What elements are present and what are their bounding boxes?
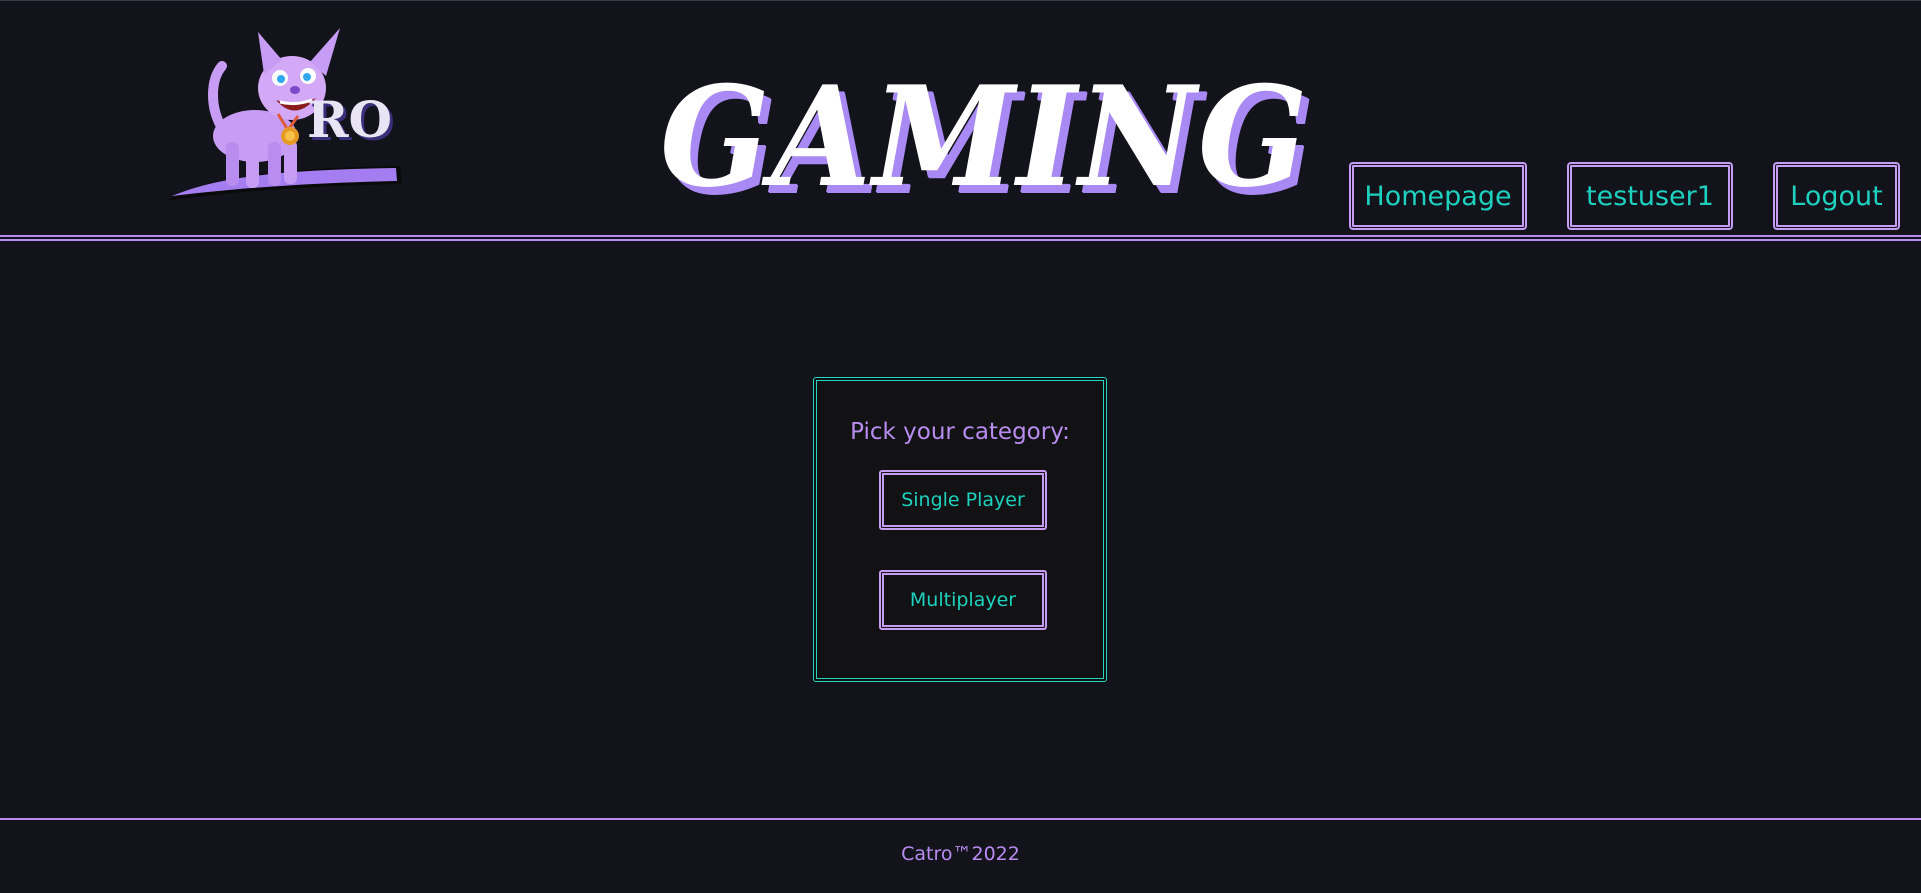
category-prompt: Pick your category: xyxy=(850,419,1070,445)
wordmark-text: GAMING xyxy=(660,55,1310,218)
category-card: Pick your category: Single Player Multip… xyxy=(813,377,1107,682)
user-profile-button[interactable]: testuser1 xyxy=(1567,162,1733,230)
page: RO RO GAMING Homepage testuser1 Logout P… xyxy=(0,0,1921,893)
logo[interactable]: RO RO xyxy=(160,18,410,208)
gaming-wordmark: GAMING xyxy=(640,62,1307,212)
logout-button[interactable]: Logout xyxy=(1773,162,1900,230)
svg-text:RO: RO xyxy=(307,90,392,149)
footer-divider xyxy=(0,818,1921,820)
header-divider xyxy=(0,235,1921,241)
homepage-button[interactable]: Homepage xyxy=(1349,162,1527,230)
cat-mascot-icon: RO RO xyxy=(166,28,402,201)
site-header: RO RO GAMING Homepage testuser1 Logout xyxy=(0,0,1921,242)
single-player-button[interactable]: Single Player xyxy=(879,470,1047,530)
footer-copyright: Catro™2022 xyxy=(901,843,1020,865)
multiplayer-button[interactable]: Multiplayer xyxy=(879,570,1047,630)
